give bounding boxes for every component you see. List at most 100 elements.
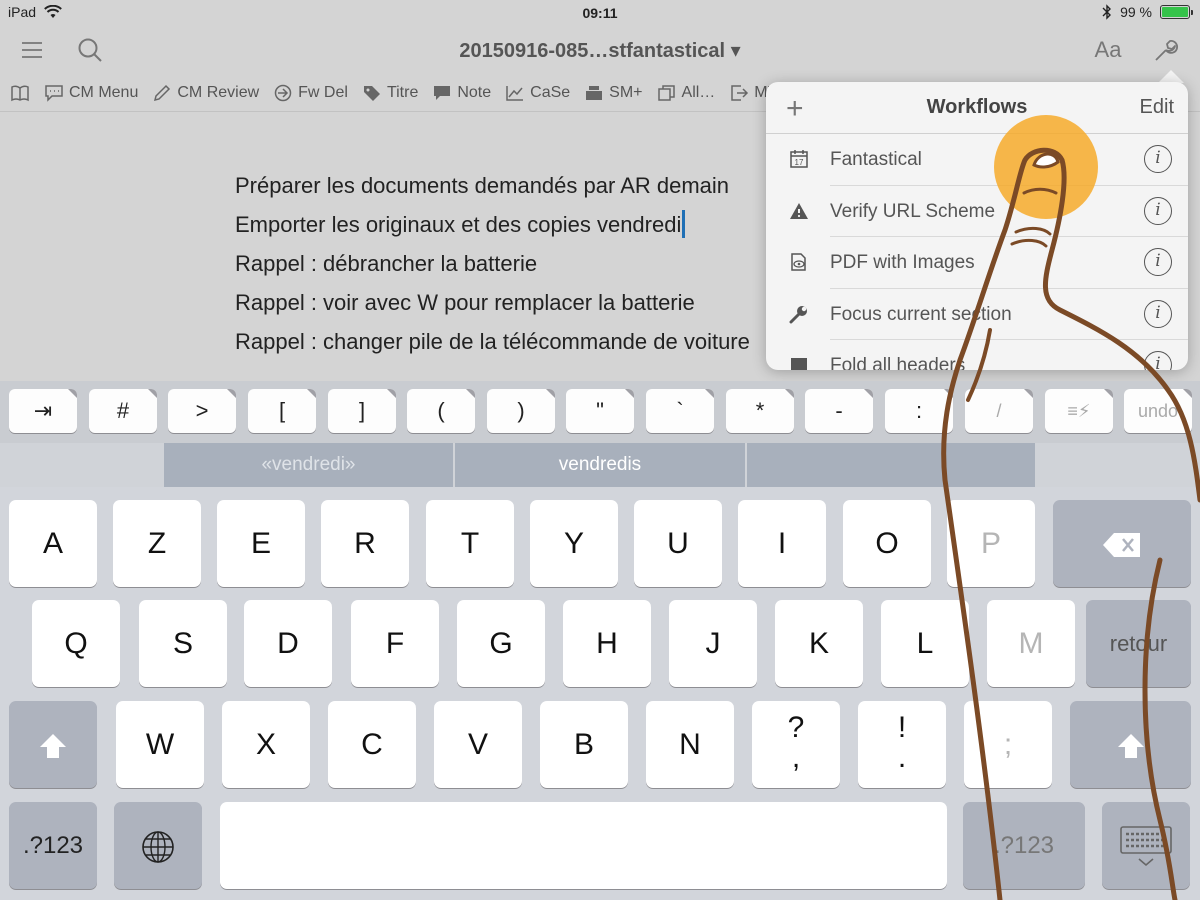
key-question-comma[interactable]: ? , bbox=[752, 701, 840, 788]
toolbar-item-label: CM Review bbox=[177, 83, 260, 101]
chart-line-icon bbox=[506, 85, 524, 101]
key-p[interactable]: P bbox=[947, 500, 1035, 587]
key-j[interactable]: J bbox=[669, 600, 757, 687]
key-f[interactable]: F bbox=[351, 600, 439, 687]
key-z[interactable]: Z bbox=[113, 500, 201, 587]
hash-key[interactable]: # bbox=[89, 389, 157, 433]
workflow-launch-key[interactable]: ≡⚡ bbox=[1045, 389, 1113, 433]
editor-line[interactable]: Rappel : débrancher la batterie bbox=[235, 244, 750, 283]
workflow-item-fantastical[interactable]: 17 Fantastical i bbox=[766, 134, 1188, 186]
key-n[interactable]: N bbox=[646, 701, 734, 788]
workflow-item-pdf-with-images[interactable]: PDF with Images i bbox=[766, 237, 1188, 289]
key-o[interactable]: O bbox=[843, 500, 931, 587]
edit-button[interactable]: Edit bbox=[1140, 96, 1174, 119]
backtick-key[interactable]: ` bbox=[646, 389, 714, 433]
info-button[interactable]: i bbox=[1144, 145, 1172, 173]
key-k[interactable]: K bbox=[775, 600, 863, 687]
key-semicolon[interactable]: ; bbox=[964, 701, 1052, 788]
toolbar-item-label: CaSe bbox=[530, 83, 571, 101]
wrench-icon[interactable] bbox=[1150, 34, 1182, 66]
colon-key[interactable]: : bbox=[885, 389, 953, 433]
open-paren-key[interactable]: ( bbox=[407, 389, 475, 433]
editor-line[interactable]: Rappel : voir avec W pour remplacer la b… bbox=[235, 283, 750, 322]
dash-key[interactable]: - bbox=[805, 389, 873, 433]
info-button[interactable]: i bbox=[1144, 299, 1172, 328]
key-exclamation-period[interactable]: ! . bbox=[858, 701, 946, 788]
toolbar-item-case[interactable]: CaSe bbox=[505, 84, 570, 102]
document-title[interactable]: 20150916-085…stfantastical ▾ bbox=[0, 38, 1200, 63]
shift-right-key[interactable] bbox=[1070, 701, 1191, 788]
tab-key[interactable]: ⇥ bbox=[9, 389, 77, 433]
open-bracket-key[interactable]: [ bbox=[248, 389, 316, 433]
key-r[interactable]: R bbox=[321, 500, 409, 587]
key-a[interactable]: A bbox=[9, 500, 97, 587]
key-i[interactable]: I bbox=[738, 500, 826, 587]
fold-icon bbox=[788, 354, 810, 370]
asterisk-key[interactable]: * bbox=[726, 389, 794, 433]
undo-key[interactable]: undo bbox=[1124, 389, 1192, 433]
key-w[interactable]: W bbox=[116, 701, 204, 788]
chat-bubble-icon bbox=[434, 85, 451, 100]
toolbar-item-fw-del[interactable]: Fw Del bbox=[273, 84, 348, 102]
space-bar[interactable] bbox=[220, 802, 947, 889]
text-editor[interactable]: Préparer les documents demandés par AR d… bbox=[235, 166, 750, 361]
toolbar-item-cm-review[interactable]: CM Review bbox=[152, 84, 259, 102]
key-b[interactable]: B bbox=[540, 701, 628, 788]
shift-left-key[interactable] bbox=[9, 701, 97, 788]
workflow-item-verify-url-scheme[interactable]: Verify URL Scheme i bbox=[766, 186, 1188, 237]
battery-percent: 99 % bbox=[1120, 4, 1152, 20]
key-upper: ! bbox=[897, 711, 907, 744]
tag-icon bbox=[363, 85, 380, 101]
workflow-item-focus-current-section[interactable]: Focus current section i bbox=[766, 289, 1188, 340]
workflow-label: Verify URL Scheme bbox=[830, 200, 996, 222]
key-d[interactable]: D bbox=[244, 600, 332, 687]
toolbar-item-label: Note bbox=[457, 83, 492, 101]
info-button[interactable]: i bbox=[1144, 196, 1172, 225]
key-q[interactable]: Q bbox=[32, 600, 120, 687]
toolbar-item-cm-menu[interactable]: CM Menu bbox=[44, 84, 138, 102]
svg-text:17: 17 bbox=[795, 158, 804, 167]
key-x[interactable]: X bbox=[222, 701, 310, 788]
dismiss-keyboard-key[interactable] bbox=[1102, 802, 1190, 889]
suggestion-empty[interactable] bbox=[747, 443, 1035, 487]
speech-bubble-icon bbox=[45, 84, 63, 102]
key-m[interactable]: M bbox=[987, 600, 1075, 687]
greater-than-key[interactable]: > bbox=[168, 389, 236, 433]
workflow-item-fold-all-headers[interactable]: Fold all headers i bbox=[766, 340, 1188, 370]
editor-line-with-cursor[interactable]: Emporter les originaux et des copies ven… bbox=[235, 205, 750, 244]
editor-line[interactable]: Rappel : changer pile de la télécommande… bbox=[235, 322, 750, 361]
numbers-right-key[interactable]: .?123 bbox=[963, 802, 1085, 889]
key-l[interactable]: L bbox=[881, 600, 969, 687]
quote-key[interactable]: " bbox=[566, 389, 634, 433]
globe-key[interactable] bbox=[114, 802, 202, 889]
suggestion-correction[interactable]: vendredis bbox=[455, 443, 745, 487]
numbers-left-key[interactable]: .?123 bbox=[9, 802, 97, 889]
return-key[interactable]: retour bbox=[1086, 600, 1191, 687]
key-y[interactable]: Y bbox=[530, 500, 618, 587]
suggestion-original[interactable]: «vendredi» bbox=[164, 443, 453, 487]
key-s[interactable]: S bbox=[139, 600, 227, 687]
key-h[interactable]: H bbox=[563, 600, 651, 687]
key-c[interactable]: C bbox=[328, 701, 416, 788]
export-icon bbox=[731, 84, 749, 101]
key-e[interactable]: E bbox=[217, 500, 305, 587]
toolbar-item-note[interactable]: Note bbox=[432, 84, 491, 102]
editor-line[interactable]: Préparer les documents demandés par AR d… bbox=[235, 166, 750, 205]
key-v[interactable]: V bbox=[434, 701, 522, 788]
key-g[interactable]: G bbox=[457, 600, 545, 687]
font-settings-button[interactable]: Aa bbox=[1092, 34, 1124, 66]
toolbar-item-titre[interactable]: Titre bbox=[362, 84, 418, 102]
info-button[interactable]: i bbox=[1144, 351, 1172, 370]
slash-key[interactable]: / bbox=[965, 389, 1033, 433]
close-paren-key[interactable]: ) bbox=[487, 389, 555, 433]
toolbar-item-label: All… bbox=[681, 83, 716, 101]
key-u[interactable]: U bbox=[634, 500, 722, 587]
toolbar-item-all[interactable]: All… bbox=[657, 83, 716, 102]
key-t[interactable]: T bbox=[426, 500, 514, 587]
backspace-key[interactable] bbox=[1053, 500, 1191, 587]
close-bracket-key[interactable]: ] bbox=[328, 389, 396, 433]
toolbar-item-sm-plus[interactable]: SM+ bbox=[584, 84, 643, 102]
info-button[interactable]: i bbox=[1144, 248, 1172, 276]
key-lower: , bbox=[791, 741, 801, 774]
toolbar-book-button[interactable] bbox=[10, 84, 30, 102]
